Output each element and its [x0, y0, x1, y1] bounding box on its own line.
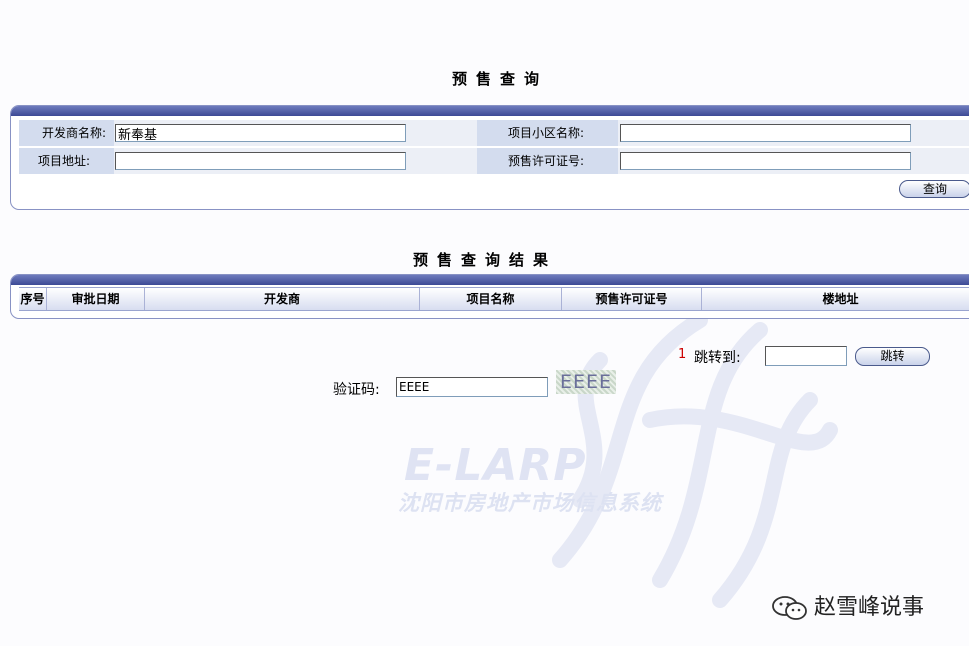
panel-header-bar — [11, 106, 969, 116]
wechat-account-name: 赵雪峰说事 — [814, 595, 925, 620]
watermark-graphic — [552, 312, 838, 608]
developer-label: 开发商名称: — [19, 120, 114, 146]
query-button[interactable]: 查询 — [899, 180, 969, 198]
wechat-icon — [772, 596, 807, 620]
column-header: 开发商 — [145, 288, 420, 310]
project-name-input[interactable] — [620, 124, 911, 142]
jump-button[interactable]: 跳转 — [855, 347, 930, 366]
jump-label: 跳转到: — [694, 350, 741, 366]
project-name-label: 项目小区名称: — [477, 120, 618, 146]
captcha-input[interactable] — [396, 377, 548, 397]
column-header: 楼地址 — [822, 292, 859, 306]
panel-header-bar — [11, 275, 969, 285]
address-label: 项目地址: — [19, 148, 114, 174]
page-title: 预售查询 — [451, 70, 548, 88]
column-header: 预售许可证号 — [562, 288, 702, 310]
column-header: 序号 — [19, 288, 47, 310]
column-header: 审批日期 — [47, 288, 145, 310]
search-row-2: 项目地址: 预售许可证号: — [19, 148, 969, 174]
address-input[interactable] — [115, 152, 406, 170]
results-table-header: 序号 审批日期 开发商 项目名称 预售许可证号 楼地址 — [19, 287, 969, 311]
permit-label: 预售许可证号: — [477, 148, 618, 174]
captcha-label: 验证码: — [333, 382, 380, 398]
results-panel: 序号 审批日期 开发商 项目名称 预售许可证号 楼地址 — [10, 274, 969, 319]
permit-input[interactable] — [620, 152, 911, 170]
watermark-text: 沈阳市房地产市场信息系统 — [398, 490, 662, 515]
current-page-number: 1 — [678, 347, 687, 362]
jump-page-input[interactable] — [765, 346, 847, 366]
captcha-image[interactable]: EEEE — [556, 370, 616, 394]
results-title: 预售查询结果 — [412, 251, 557, 269]
watermark-logo: E-LARP — [404, 440, 587, 491]
column-header: 项目名称 — [420, 288, 562, 310]
search-row-1: 开发商名称: 项目小区名称: — [19, 120, 969, 146]
developer-input[interactable] — [115, 124, 406, 142]
wechat-watermark: 赵雪峰说事 — [770, 589, 924, 622]
search-panel: 开发商名称: 项目小区名称: 项目地址: 预售许可证号: 查询 — [10, 105, 969, 210]
